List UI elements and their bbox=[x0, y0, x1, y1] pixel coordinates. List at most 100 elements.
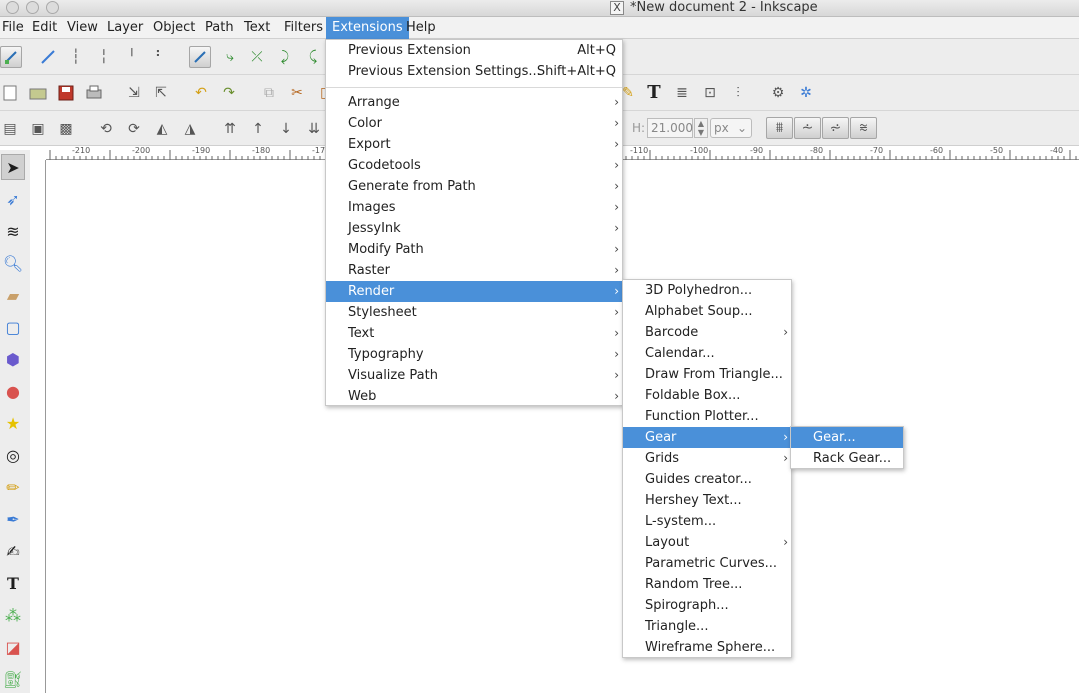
smooth-node-icon[interactable]: ⤷ bbox=[220, 47, 240, 67]
flip-horizontal-icon[interactable]: ◭ bbox=[152, 119, 172, 139]
document-properties-icon[interactable]: ⚙ bbox=[768, 83, 788, 103]
menu-text[interactable]: Text bbox=[240, 17, 274, 39]
transform-gradients-icon[interactable]: ⩫ bbox=[822, 117, 849, 139]
menu-item-barcode[interactable]: Barcode › bbox=[623, 322, 791, 343]
menu-file[interactable]: File bbox=[0, 17, 28, 39]
menu-filters[interactable]: Filters bbox=[280, 17, 327, 39]
height-stepper[interactable]: ▲ ▼ bbox=[694, 118, 708, 138]
menu-item-export[interactable]: Export › bbox=[326, 134, 622, 155]
join-segment-icon[interactable]: ⠃ bbox=[150, 47, 170, 67]
vertical-ruler[interactable] bbox=[33, 160, 46, 693]
flip-vertical-icon[interactable]: ◮ bbox=[180, 119, 200, 139]
selector-tool-icon[interactable]: ➤ bbox=[1, 154, 25, 180]
menu-item-alphabet-soup[interactable]: Alphabet Soup... bbox=[623, 301, 791, 322]
star-tool-icon[interactable]: ★ bbox=[1, 410, 25, 436]
menu-item-previous-extension[interactable]: Previous Extension Alt+Q bbox=[326, 40, 622, 61]
menu-view[interactable]: View bbox=[63, 17, 102, 39]
copy-icon[interactable]: ⧉ bbox=[259, 83, 279, 103]
insert-node-icon[interactable] bbox=[38, 47, 58, 67]
menu-item-calendar[interactable]: Calendar... bbox=[623, 343, 791, 364]
menu-extensions[interactable]: Extensions bbox=[326, 17, 409, 39]
menu-object[interactable]: Object bbox=[149, 17, 199, 39]
preferences-icon[interactable]: ✲ bbox=[796, 83, 816, 103]
menu-item-visualize-path[interactable]: Visualize Path › bbox=[326, 365, 622, 386]
lower-icon[interactable]: ↓ bbox=[276, 119, 296, 139]
align-distribute-icon[interactable]: ⫶ bbox=[728, 83, 748, 103]
menu-item-raster[interactable]: Raster › bbox=[326, 260, 622, 281]
text-and-font-icon[interactable]: T bbox=[644, 82, 664, 103]
measure-tool-icon[interactable]: ▰ bbox=[1, 282, 25, 308]
menu-item-stylesheet[interactable]: Stylesheet › bbox=[326, 302, 622, 323]
menu-item-guides-creator[interactable]: Guides creator... bbox=[623, 469, 791, 490]
transform-patterns-icon[interactable]: ⩬ bbox=[850, 117, 877, 139]
menu-item-layout[interactable]: Layout › bbox=[623, 532, 791, 553]
minimize-window-button[interactable] bbox=[26, 1, 39, 14]
raise-to-top-icon[interactable]: ⇈ bbox=[220, 119, 240, 139]
menu-item-modify-path[interactable]: Modify Path › bbox=[326, 239, 622, 260]
pen-tool-icon[interactable]: ✒ bbox=[1, 506, 25, 532]
redo-icon[interactable]: ↷ bbox=[219, 83, 239, 103]
menu-item-render[interactable]: Render › bbox=[326, 281, 622, 302]
spiral-tool-icon[interactable]: ◎ bbox=[1, 442, 25, 468]
rotate-ccw-icon[interactable]: ⟲ bbox=[96, 119, 116, 139]
menu-item-web[interactable]: Web › bbox=[326, 386, 622, 407]
calligraphy-tool-icon[interactable]: ✍ bbox=[1, 538, 25, 564]
menu-help[interactable]: Help bbox=[402, 17, 440, 39]
menu-item-gear[interactable]: Gear... bbox=[791, 427, 903, 448]
line-segment-icon[interactable]: ⤹ bbox=[303, 47, 323, 67]
tweak-tool-icon[interactable]: ≋ bbox=[1, 218, 25, 244]
open-folder-icon[interactable] bbox=[28, 83, 48, 103]
menu-path[interactable]: Path bbox=[201, 17, 238, 39]
scale-stroke-icon[interactable]: ⩩ bbox=[766, 117, 793, 139]
menu-item-grids[interactable]: Grids › bbox=[623, 448, 791, 469]
lower-to-bottom-icon[interactable]: ⇊ bbox=[304, 119, 324, 139]
export-icon[interactable]: ⇱ bbox=[151, 83, 171, 103]
menu-item-parametric-curves[interactable]: Parametric Curves... bbox=[623, 553, 791, 574]
raise-icon[interactable]: ↑ bbox=[248, 119, 268, 139]
scale-corners-icon[interactable]: ⩪ bbox=[794, 117, 821, 139]
menu-item-images[interactable]: Images › bbox=[326, 197, 622, 218]
menu-edit[interactable]: Edit bbox=[28, 17, 61, 39]
menu-item-triangle[interactable]: Triangle... bbox=[623, 616, 791, 637]
menu-item-hershey-text[interactable]: Hershey Text... bbox=[623, 490, 791, 511]
menu-item-3d-polyhedron[interactable]: 3D Polyhedron... bbox=[623, 280, 791, 301]
menu-item-function-plotter[interactable]: Function Plotter... bbox=[623, 406, 791, 427]
menu-item-text[interactable]: Text › bbox=[326, 323, 622, 344]
menu-item-typography[interactable]: Typography › bbox=[326, 344, 622, 365]
menu-item-random-tree[interactable]: Random Tree... bbox=[623, 574, 791, 595]
menu-layer[interactable]: Layer bbox=[103, 17, 147, 39]
paint-bucket-tool-icon[interactable]: ⛽︎ bbox=[1, 666, 25, 692]
menu-item-rack-gear[interactable]: Rack Gear... bbox=[791, 448, 903, 469]
auto-smooth-icon[interactable]: ⤸ bbox=[275, 47, 295, 67]
new-document-icon[interactable] bbox=[0, 83, 20, 103]
select-all-layers-icon[interactable]: ▣ bbox=[28, 119, 48, 139]
menu-item-spirograph[interactable]: Spirograph... bbox=[623, 595, 791, 616]
cusp-node-icon[interactable] bbox=[189, 46, 211, 68]
rectangle-tool-icon[interactable]: ▢ bbox=[1, 314, 25, 340]
height-input[interactable]: 21.000 bbox=[647, 118, 693, 138]
deselect-icon[interactable]: ▩ bbox=[56, 119, 76, 139]
menu-item-foldable-box[interactable]: Foldable Box... bbox=[623, 385, 791, 406]
join-nodes-icon[interactable]: ╎ bbox=[94, 47, 114, 67]
node-select-icon[interactable] bbox=[0, 46, 22, 68]
delete-node-icon[interactable]: ┆ bbox=[66, 47, 86, 67]
import-icon[interactable]: ⇲ bbox=[124, 83, 144, 103]
rotate-cw-icon[interactable]: ⟳ bbox=[124, 119, 144, 139]
break-path-icon[interactable]: ╵ bbox=[122, 47, 142, 67]
ellipse-tool-icon[interactable]: ● bbox=[1, 378, 25, 404]
text-tool-icon[interactable]: T bbox=[1, 570, 25, 596]
xml-editor-icon[interactable]: ⊡ bbox=[700, 83, 720, 103]
cut-icon[interactable]: ✂ bbox=[287, 83, 307, 103]
menu-item-previous-extension-settings[interactable]: Previous Extension Settings... Shift+Alt+… bbox=[326, 61, 622, 82]
close-window-button[interactable] bbox=[6, 1, 19, 14]
undo-icon[interactable]: ↶ bbox=[191, 83, 211, 103]
menu-item-draw-from-triangle[interactable]: Draw From Triangle... bbox=[623, 364, 791, 385]
menu-item-arrange[interactable]: Arrange › bbox=[326, 92, 622, 113]
save-icon[interactable] bbox=[56, 83, 76, 103]
menu-item-gear[interactable]: Gear › bbox=[623, 427, 791, 448]
spray-tool-icon[interactable]: ⁂ bbox=[1, 602, 25, 628]
print-icon[interactable] bbox=[84, 83, 104, 103]
menu-item-l-system[interactable]: L-system... bbox=[623, 511, 791, 532]
3d-box-tool-icon[interactable]: ⬢ bbox=[1, 346, 25, 372]
pencil-tool-icon[interactable]: ✏ bbox=[1, 474, 25, 500]
